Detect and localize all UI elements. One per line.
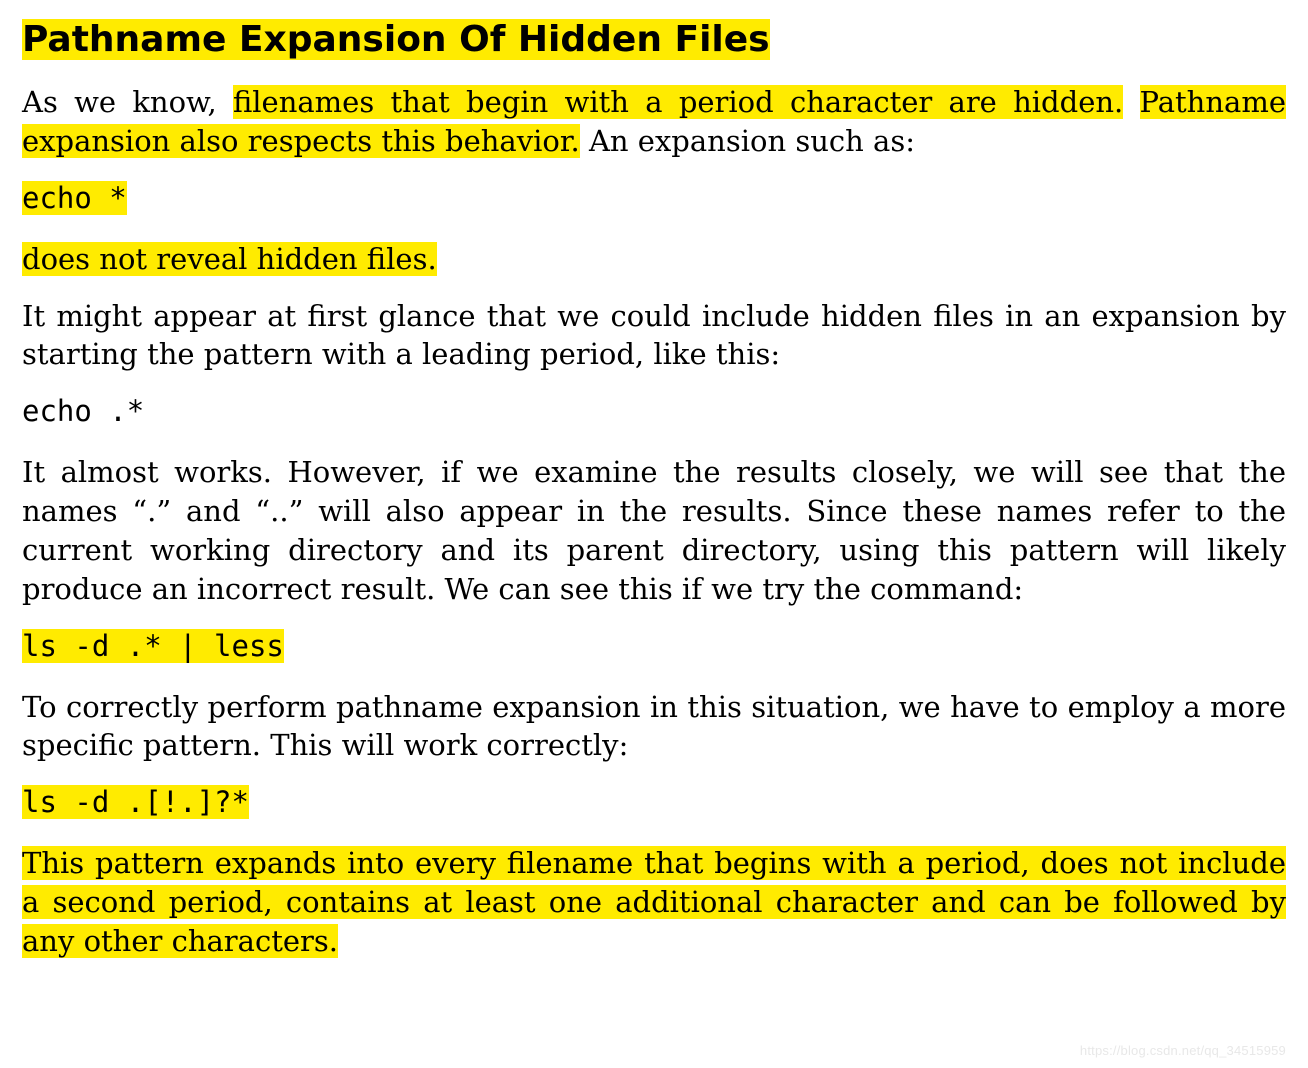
code-block-1: echo * [22, 179, 1286, 218]
p1-text-c [1123, 85, 1139, 119]
code1-text: echo * [22, 181, 127, 215]
page-title: Pathname Expansion Of Hidden Files [22, 18, 1286, 61]
p4-text: It almost works. However, if we examine … [22, 455, 1286, 606]
code3-text: ls -d .* | less [22, 629, 284, 663]
code-block-2: echo .* [22, 392, 1286, 431]
p1-text-e: An expansion such as: [580, 124, 915, 158]
document-page: Pathname Expansion Of Hidden Files As we… [0, 0, 1308, 1068]
p1-text-a: As we know, [22, 85, 233, 119]
paragraph-3: It might appear at first glance that we … [22, 297, 1286, 375]
p5-text: To correctly perform pathname expansion … [22, 690, 1286, 763]
p2-highlight: does not reveal hidden files. [22, 242, 437, 276]
code2-text: echo .* [22, 394, 144, 428]
paragraph-2: does not reveal hidden files. [22, 240, 1286, 279]
paragraph-1: As we know, filenames that begin with a … [22, 83, 1286, 161]
code-block-3: ls -d .* | less [22, 627, 1286, 666]
code4-text: ls -d .[!.]?* [22, 785, 249, 819]
paragraph-4: It almost works. However, if we examine … [22, 453, 1286, 608]
p1-highlight-1: filenames that begin with a period chara… [233, 85, 1123, 119]
paragraph-5: To correctly perform pathname expansion … [22, 688, 1286, 766]
p3-text: It might appear at first glance that we … [22, 299, 1286, 372]
p6-highlight: This pattern expands into every filename… [22, 846, 1286, 958]
watermark: https://blog.csdn.net/qq_34515959 [1080, 1043, 1286, 1058]
code-block-4: ls -d .[!.]?* [22, 783, 1286, 822]
paragraph-6: This pattern expands into every filename… [22, 844, 1286, 961]
title-text: Pathname Expansion Of Hidden Files [22, 19, 770, 60]
